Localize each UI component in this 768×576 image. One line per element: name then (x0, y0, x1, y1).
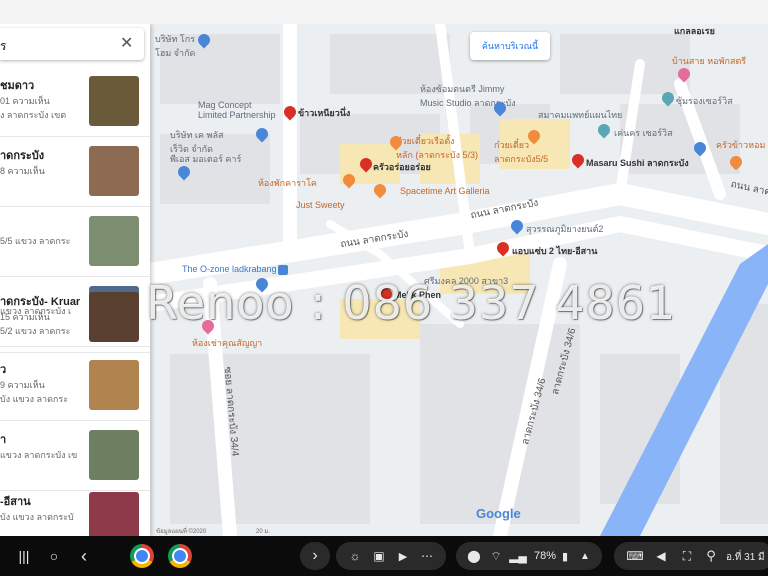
place-label[interactable]: ครัวข้าวหอม (716, 138, 765, 152)
google-logo: Google (476, 506, 521, 521)
place-label[interactable]: สมาคมแพทย์แผนไทย (538, 108, 622, 122)
place-label[interactable]: แอบแซ่บ 2 ไทย-อีสาน (512, 244, 597, 258)
result-thumbnail[interactable] (89, 146, 139, 196)
place-label[interactable]: สุวรรณภูมิยางยนต์2 (526, 222, 603, 236)
image-icon[interactable]: ▣ (370, 546, 388, 566)
place-label[interactable]: บริษัท โกร โฮม จำกัด (155, 32, 195, 60)
place-label[interactable]: Masaru Sushi ลาดกระบัง (586, 156, 689, 170)
chrome-app-icon[interactable] (130, 544, 154, 568)
result-address: ง ลาดกระบัง เขต (0, 110, 67, 120)
volume-icon[interactable]: ◀ (652, 546, 670, 566)
system-taskbar: ||| ○ ‹ › ☼ ▣ ▶ ⋯ ⬤ ⌔ ▂▄ 78% ▮ ▲ ⌨ ◀ ⛶ ⚲… (0, 536, 768, 576)
place-label[interactable]: ก๋วยเตี๋ยว ลาดกระบัง5/5 (494, 138, 548, 166)
more-icon[interactable]: ⋯ (418, 546, 436, 566)
place-label[interactable]: ซุ้มรองเซอร์วิส (676, 94, 733, 108)
close-icon[interactable]: ✕ (120, 33, 133, 53)
watermark-text: Renoo : 086 337 4861 (146, 276, 677, 330)
signal-icon[interactable]: ▂▄ (509, 546, 527, 566)
result-address: แขวง ลาดกระบัง เข (0, 450, 78, 460)
place-label[interactable]: Just Sweety (296, 200, 345, 210)
map-copyright[interactable]: ข้อมูลแผนที่ ©2020 (156, 526, 206, 536)
result-item[interactable]: า แขวง ลาดกระบัง เข (0, 420, 150, 491)
result-item[interactable]: 5/5 แขวง ลาดกระ (0, 206, 150, 277)
chevron-right-icon[interactable]: › (305, 546, 325, 566)
recent-apps-icon[interactable]: ||| (14, 546, 34, 566)
place-label[interactable]: ก๋วยเตี๋ยวเรือตั้ง หลัก (ลาดกระบัง 5/3) (396, 134, 478, 162)
battery-icon: ▮ (561, 550, 569, 563)
place-label[interactable]: ห้องเช่าคุณสัญญา (192, 336, 262, 350)
result-item[interactable]: าดกระบัง- Kruar 15 ความเห็น 5/2 แขวง ลาด… (0, 282, 150, 353)
result-address: บัง แขวง ลาดกระบั (0, 512, 74, 522)
result-reviews: 9 ความเห็น (0, 380, 45, 390)
search-input[interactable]: ร (0, 37, 6, 56)
search-this-area-button[interactable]: ค้นหาบริเวณนี้ (470, 32, 550, 60)
result-address: 5/2 แขวง ลาดกระ (0, 326, 71, 336)
place-label[interactable]: The O-zone ladkrabang (182, 264, 277, 274)
youtube-icon[interactable]: ▶ (394, 546, 412, 566)
map-scale[interactable]: 20 ม. (256, 526, 270, 536)
screen: ค้นหาบริเวณนี้ บริษัท โกร โฮม จำกัด Mag … (0, 0, 768, 576)
keyboard-icon[interactable]: ⌨ (626, 546, 644, 566)
battery-percentage: 78% (534, 550, 557, 562)
place-label[interactable]: Mag Concept Limited Partnership (198, 100, 276, 120)
transit-icon[interactable] (278, 265, 288, 275)
brightness-icon[interactable]: ☼ (346, 546, 364, 566)
place-label[interactable]: แกลลอเรย (674, 24, 715, 38)
place-label[interactable]: ห้องพักคาราโค (258, 176, 317, 190)
result-address: บัง แขวง ลาดกระ (0, 394, 69, 404)
chevron-up-icon[interactable]: ▲ (576, 546, 594, 566)
place-label[interactable]: พีเอส มอเตอร์ คาร์ (170, 152, 241, 166)
date-label: อ.ที่ 31 มี (726, 552, 765, 563)
search-icon[interactable]: ⚲ (702, 546, 720, 566)
result-thumbnail[interactable] (89, 292, 139, 342)
place-label[interactable]: บ้านสาย หอพักสตรี (672, 54, 746, 68)
result-thumbnail[interactable] (89, 76, 139, 126)
browser-top-strip (0, 0, 768, 24)
back-icon[interactable]: ‹ (74, 546, 94, 566)
result-item[interactable]: าดกระบัง 8 ความเห็น (0, 136, 150, 207)
results-sidebar: ร ✕ ชมดาว 01 ความเห็น ง ลาดกระบัง เขต าด… (0, 24, 150, 536)
result-title: า (0, 434, 7, 446)
result-thumbnail[interactable] (89, 360, 139, 410)
result-title: ว (0, 364, 7, 376)
result-thumbnail[interactable] (89, 492, 139, 536)
result-title: ชมดาว (0, 80, 35, 92)
result-item[interactable]: ว 9 ความเห็น บัง แขวง ลาดกระ (0, 350, 150, 421)
place-label[interactable]: ครัวอร่อยอร่อย (373, 160, 431, 174)
search-box[interactable]: ร ✕ (0, 28, 144, 60)
location-icon[interactable]: ⬤ (466, 546, 482, 566)
result-item[interactable]: -อีสาน บัง แขวง ลาดกระบั (0, 482, 150, 536)
home-icon[interactable]: ○ (44, 546, 64, 566)
chrome-app-icon[interactable] (168, 544, 192, 568)
result-title: าดกระบัง- Kruar (0, 296, 81, 308)
result-item[interactable]: ชมดาว 01 ความเห็น ง ลาดกระบัง เขต (0, 66, 150, 137)
wifi-icon[interactable]: ⌔ (488, 546, 504, 566)
result-address: 5/5 แขวง ลาดกระ (0, 236, 71, 246)
result-title: าดกระบัง (0, 150, 45, 162)
result-reviews: 15 ความเห็น (0, 312, 50, 322)
place-label[interactable]: ข้าวเหนียวนึ่ง (298, 106, 350, 120)
screenshot-icon[interactable]: ⛶ (678, 546, 696, 566)
place-label[interactable]: Spacetime Art Galleria (400, 186, 490, 196)
result-reviews: 8 ความเห็น (0, 166, 45, 176)
result-reviews: 01 ความเห็น (0, 96, 50, 106)
result-title: -อีสาน (0, 496, 31, 508)
place-label[interactable]: เค่นคร เซอร์วิส (614, 126, 673, 140)
result-thumbnail[interactable] (89, 430, 139, 480)
result-thumbnail[interactable] (89, 216, 139, 266)
